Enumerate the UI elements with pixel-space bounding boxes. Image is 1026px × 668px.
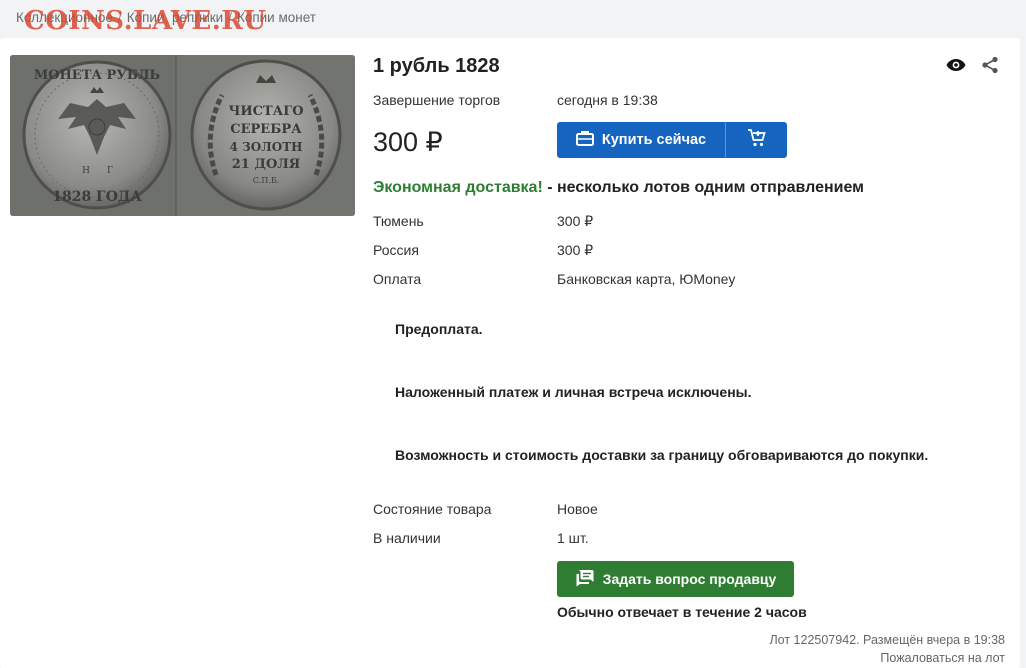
obverse-bottom-text: 1828 ГОДА xyxy=(52,189,142,205)
obverse-top-text: МОНЕТА РУБЛЬ xyxy=(34,68,161,83)
seller-note: Предоплата. xyxy=(395,321,483,337)
lot-photo[interactable]: МОНЕТА РУБЛЬ 1828 ГОДА Н Г ЧИСТАГО СЕРЕБ… xyxy=(10,55,355,216)
condition-label: Состояние товара xyxy=(373,501,492,517)
site-watermark: COINS.LAVE.RU xyxy=(24,6,267,36)
auction-end-label: Завершение торгов xyxy=(373,92,501,108)
stock-value: 1 шт. xyxy=(557,530,589,546)
reverse-line-3: 4 ЗОЛОТН xyxy=(230,140,303,154)
ask-seller-label: Задать вопрос продавцу xyxy=(602,571,777,587)
lot-title: 1 рубль 1828 xyxy=(373,55,500,77)
shipping-row-value: 300 ₽ xyxy=(557,242,594,258)
obverse-mint-left: Н xyxy=(82,166,90,176)
lot-info: Лот 122507942. Размещён вчера в 19:38 xyxy=(769,633,1005,647)
briefcase-icon xyxy=(575,130,594,150)
lot-card: МОНЕТА РУБЛЬ 1828 ГОДА Н Г ЧИСТАГО СЕРЕБ… xyxy=(0,38,1020,668)
payment-label: Оплата xyxy=(373,271,422,287)
report-lot-link[interactable]: Пожаловаться на лот xyxy=(880,651,1005,665)
reverse-mint: С.П.Б. xyxy=(253,176,280,185)
shipping-promo: Экономная доставка! - несколько лотов од… xyxy=(373,179,864,197)
add-to-cart-icon xyxy=(747,128,767,153)
buy-now-button[interactable]: Купить сейчас xyxy=(557,122,726,158)
share-icon[interactable] xyxy=(980,55,1000,75)
coin-reverse: ЧИСТАГО СЕРЕБРА 4 ЗОЛОТН 21 ДОЛЯ С.П.Б. xyxy=(190,59,342,211)
stock-label: В наличии xyxy=(373,530,441,546)
top-actions xyxy=(946,55,1000,75)
eye-icon[interactable] xyxy=(946,55,966,75)
reverse-line-1: ЧИСТАГО xyxy=(228,104,303,119)
add-to-cart-button[interactable] xyxy=(726,122,787,158)
auction-end-value: сегодня в 19:38 xyxy=(557,92,658,108)
obverse-mint-right: Г xyxy=(107,166,113,176)
ask-seller-button[interactable]: Задать вопрос продавцу xyxy=(557,561,794,597)
shipping-row-label: Тюмень xyxy=(373,213,424,229)
shipping-row-value: 300 ₽ xyxy=(557,213,594,229)
shipping-promo-highlight[interactable]: Экономная доставка! xyxy=(373,179,543,196)
seller-note: Возможность и стоимость доставки за гран… xyxy=(395,447,929,463)
shipping-row-label: Россия xyxy=(373,242,419,258)
buy-now-label: Купить сейчас xyxy=(601,132,707,148)
payment-value: Банковская карта, ЮMoney xyxy=(557,271,736,287)
coin-obverse: МОНЕТА РУБЛЬ 1828 ГОДА Н Г xyxy=(22,60,172,210)
buy-now-group: Купить сейчас xyxy=(557,122,787,158)
lot-price: 300 ₽ xyxy=(373,127,443,157)
coin-photo-image: МОНЕТА РУБЛЬ 1828 ГОДА Н Г ЧИСТАГО СЕРЕБ… xyxy=(10,55,355,216)
shipping-promo-text: - несколько лотов одним отправлением xyxy=(542,179,864,196)
condition-value: Новое xyxy=(557,501,598,517)
reverse-line-4: 21 ДОЛЯ xyxy=(232,157,300,172)
reverse-line-2: СЕРЕБРА xyxy=(230,122,302,137)
chat-icon xyxy=(575,569,595,590)
seller-note: Наложенный платеж и личная встреча исклю… xyxy=(395,384,752,400)
reply-time: Обычно отвечает в течение 2 часов xyxy=(557,604,807,620)
